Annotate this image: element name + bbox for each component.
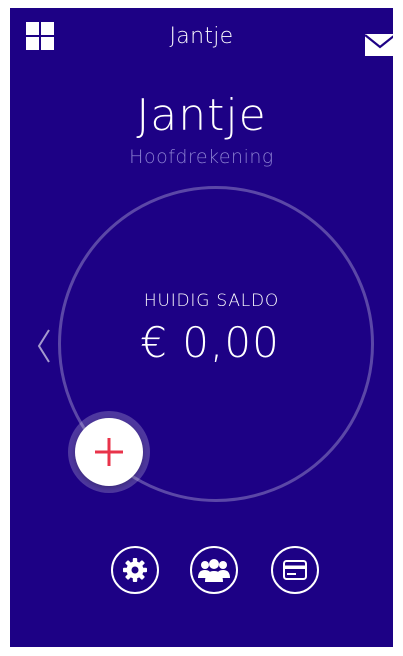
mail-icon[interactable]	[364, 34, 393, 56]
add-button[interactable]	[75, 418, 143, 486]
card-button[interactable]	[271, 546, 319, 594]
settings-button[interactable]	[111, 546, 159, 594]
plus-icon	[95, 438, 123, 466]
group-icon	[198, 559, 230, 582]
account-name: Jantje	[136, 90, 267, 141]
balance-amount: € 0,00	[140, 318, 280, 367]
app-screen: Jantje Jantje Hoofdrekening HUIDIG SALDO…	[10, 8, 393, 647]
gear-icon	[123, 558, 147, 582]
account-type: Hoofdrekening	[129, 146, 274, 168]
people-button[interactable]	[190, 546, 238, 594]
topbar-title: Jantje	[169, 24, 234, 49]
card-icon	[283, 560, 307, 580]
balance-label: HUIDIG SALDO	[143, 291, 280, 311]
